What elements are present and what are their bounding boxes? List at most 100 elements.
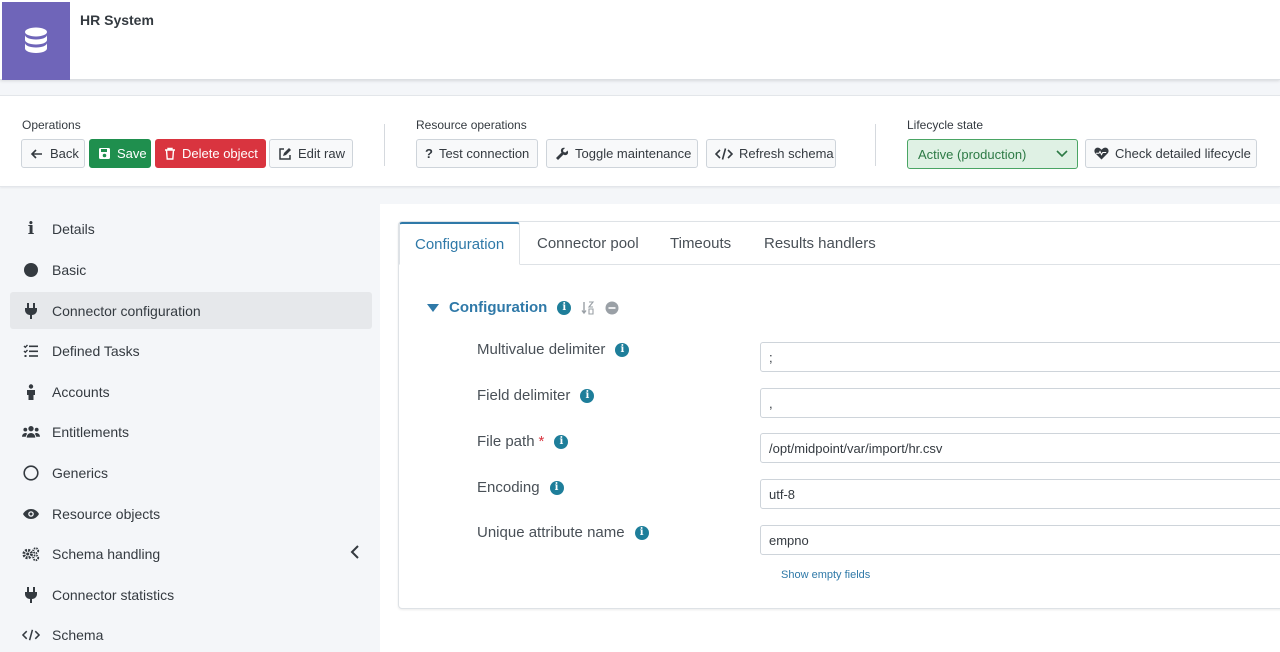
refresh-schema-button[interactable]: Refresh schema [706,139,836,168]
refresh-schema-label: Refresh schema [739,146,834,161]
lifecycle-state-value: Active (production) [918,146,1027,162]
edit-icon [279,147,291,160]
tab-configuration[interactable]: Configuration [399,222,521,265]
field-label: Field delimiter i [477,387,595,404]
edit-raw-button[interactable]: Edit raw [269,139,353,168]
sidebar-item-entitlements[interactable]: Entitlements [10,413,372,450]
multivalue-delimiter-input[interactable]: ; [760,342,1280,372]
sidebar-item-label: Accounts [52,383,110,400]
show-empty-fields-link[interactable]: Show empty fields [781,569,870,581]
sidebar-item-basic[interactable]: Basic [10,251,372,288]
unique-attribute-name-input[interactable]: empno [760,525,1280,555]
toggle-maintenance-button[interactable]: Toggle maintenance [546,139,698,168]
chevron-left-icon[interactable] [350,545,360,559]
back-button[interactable]: Back [21,139,85,168]
floppy-icon [99,148,110,159]
sidebar-item-label: Details [52,220,95,237]
chevron-down-icon [1056,150,1068,158]
main-content: Configuration Connector pool Timeouts Re… [380,204,1280,652]
sidebar-item-resource-objects[interactable]: Resource objects [10,495,372,532]
test-connection-button[interactable]: ? Test connection [416,139,538,168]
configuration-section-header: Configuration i [427,299,619,316]
tab-results-handlers[interactable]: Results handlers [764,222,876,265]
unique-attribute-name-label: Unique attribute name [477,524,625,541]
sidebar-item-connector-statistics[interactable]: Connector statistics [10,576,372,613]
sidebar-item-accounts[interactable]: Accounts [10,373,372,410]
info-icon[interactable]: i [580,388,595,403]
sidebar-item-label: Connector statistics [52,586,175,603]
lifecycle-state-label: Lifecycle state [907,118,984,132]
check-detailed-lifecycle-button[interactable]: Check detailed lifecycle [1085,139,1257,168]
tab-connector-pool[interactable]: Connector pool [537,222,639,265]
sidebar-item-schema-handling[interactable]: Schema handling [10,535,372,572]
info-icon[interactable]: i [615,342,630,357]
database-icon [2,2,70,80]
delete-object-button[interactable]: Delete object [155,139,266,168]
sidebar: i Details Basic Connector configuration … [0,204,380,652]
tasks-icon [22,342,40,360]
info-icon[interactable]: i [554,434,569,449]
delete-label: Delete object [182,146,258,161]
circle-icon [22,261,40,279]
toggle-maintenance-label: Toggle maintenance [575,146,692,161]
heartbeat-icon [1094,147,1109,160]
wrench-icon [556,147,569,160]
eye-icon [22,505,40,523]
lifecycle-state-select[interactable]: Active (production) [907,139,1078,169]
check-detailed-lifecycle-label: Check detailed lifecycle [1115,146,1251,161]
sort-icon[interactable] [581,300,595,315]
save-button[interactable]: Save [89,139,151,168]
multivalue-delimiter-label: Multivalue delimiter [477,341,606,358]
minus-circle-icon[interactable] [605,301,619,315]
edit-raw-label: Edit raw [298,146,345,161]
sidebar-item-connector-configuration[interactable]: Connector configuration [10,292,372,329]
divider [384,124,385,166]
question-icon: ? [425,146,433,161]
code-icon [715,147,733,160]
info-icon[interactable]: i [549,480,564,495]
operations-label: Operations [22,118,81,132]
sidebar-item-generics[interactable]: Generics [10,454,372,491]
save-label: Save [117,146,147,161]
test-connection-label: Test connection [438,146,530,161]
sidebar-item-details[interactable]: i Details [10,210,372,247]
field-label: File path * i [477,433,569,450]
section-title: Configuration [449,299,548,316]
sidebar-item-label: Entitlements [52,423,130,440]
field-label: Unique attribute name i [477,524,649,541]
tab-bar: Configuration Connector pool Timeouts Re… [399,222,1280,265]
sidebar-item-label: Connector configuration [52,302,201,319]
required-marker: * [538,433,545,450]
users-icon [22,423,40,441]
encoding-input[interactable]: utf-8 [760,479,1280,509]
tab-timeouts[interactable]: Timeouts [670,222,731,265]
plug-icon [22,302,40,320]
divider [875,124,876,166]
page-title: HR System [80,12,154,28]
circle-outline-icon [22,464,40,482]
sidebar-item-schema[interactable]: Schema [10,616,372,652]
resource-operations-label: Resource operations [416,118,527,132]
cogs-icon [22,545,40,563]
sidebar-item-label: Schema [52,626,104,643]
person-icon [22,383,40,401]
sidebar-item-label: Schema handling [52,545,161,562]
sidebar-item-label: Basic [52,261,87,278]
encoding-label: Encoding [477,479,540,496]
sidebar-item-defined-tasks[interactable]: Defined Tasks [10,332,372,369]
file-path-label: File path [477,433,535,450]
code-icon [22,626,40,644]
field-delimiter-input[interactable]: , [760,388,1280,418]
plug-icon [22,586,40,604]
configuration-card: Configuration Connector pool Timeouts Re… [398,221,1280,609]
page-header: HR System [0,0,1280,80]
field-label: Encoding i [477,479,564,496]
field-delimiter-label: Field delimiter [477,387,571,404]
caret-down-icon[interactable] [427,303,439,312]
file-path-input[interactable]: /opt/midpoint/var/import/hr.csv [760,433,1280,463]
info-icon[interactable]: i [634,525,649,540]
arrow-left-icon [30,148,42,159]
info-icon[interactable]: i [557,300,572,315]
back-label: Back [50,146,79,161]
info-icon: i [27,218,35,239]
